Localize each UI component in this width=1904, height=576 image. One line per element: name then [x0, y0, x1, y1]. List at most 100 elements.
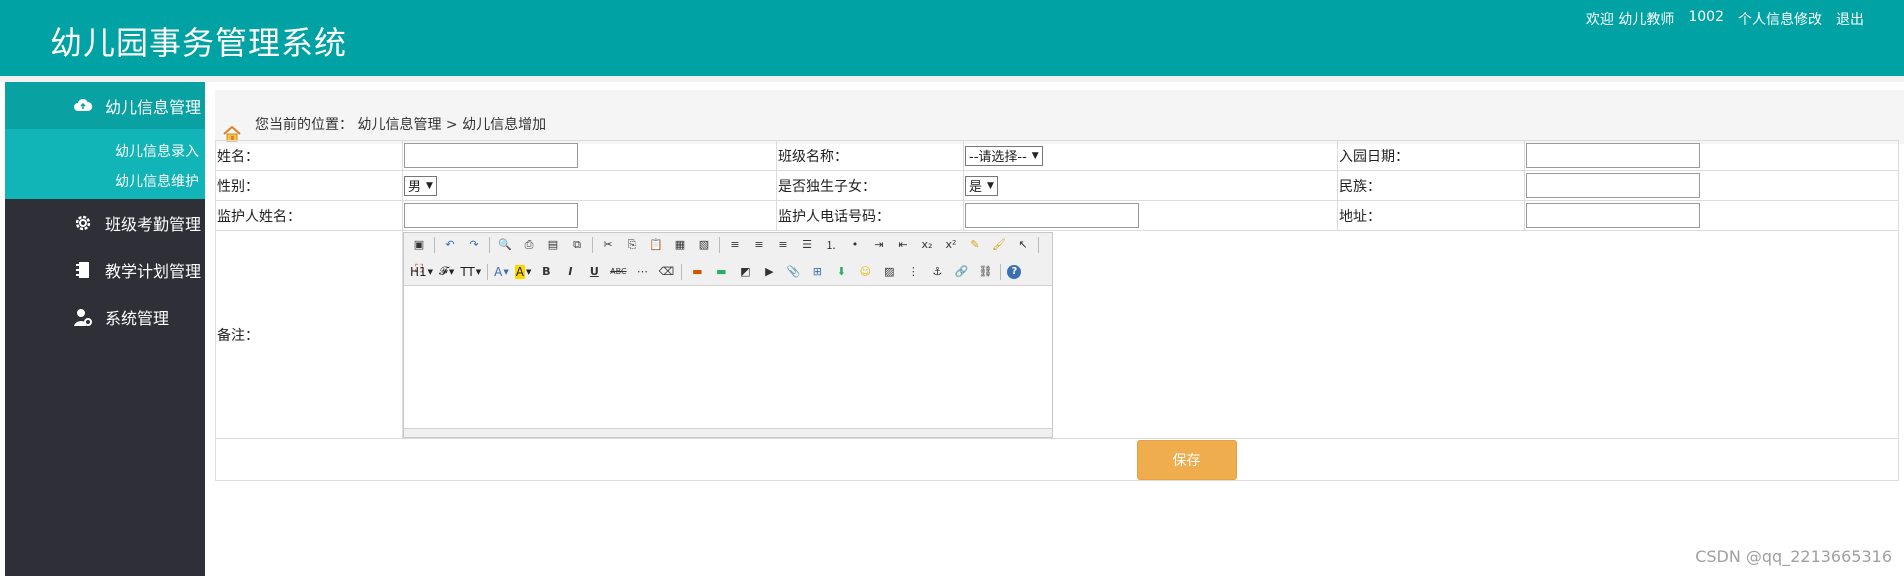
font-family-menu[interactable]: 𝓕 ▼	[439, 263, 454, 281]
pagebreak-icon[interactable]: ⋮	[904, 263, 922, 281]
table-icon[interactable]: ⊞	[808, 263, 826, 281]
font-size-menu-label: TT	[460, 264, 475, 279]
guardian-phone-input[interactable]	[965, 203, 1139, 228]
submenu-child-info: 幼儿信息录入 幼儿信息维护	[5, 129, 205, 199]
breadcrumb: 您当前的位置： 幼儿信息管理 > 幼儿信息增加	[255, 117, 547, 133]
highlight-label: A	[514, 264, 525, 279]
italic-button[interactable]: I	[561, 263, 579, 281]
sidebar-item-label: 系统管理	[105, 309, 170, 328]
gender-select-value: 男	[408, 180, 422, 195]
chevron-down-icon: ▼	[475, 267, 482, 276]
select-all-icon[interactable]: ↖	[1014, 236, 1032, 254]
insert-row-icon[interactable]: ⬇	[832, 263, 850, 281]
dropdown-arrow-icon: ▼	[987, 180, 994, 191]
gender-label: 性别：	[215, 170, 403, 201]
print-icon[interactable]: ⎙	[520, 236, 538, 254]
sub-item-child-maintain[interactable]: 幼儿信息维护	[5, 167, 205, 197]
source-icon[interactable]: ▣	[410, 236, 428, 254]
align-left-icon[interactable]: ≡	[726, 236, 744, 254]
code-icon[interactable]: ⧉	[568, 236, 586, 254]
only-child-select-value: 是	[969, 180, 983, 195]
font-family-menu-label: 𝓕	[439, 264, 448, 278]
align-right-icon[interactable]: ≡	[774, 236, 792, 254]
flash-icon[interactable]: ◩	[736, 263, 754, 281]
indent-icon[interactable]: ⇥	[870, 236, 888, 254]
guardian-phone-label: 监护人电话号码：	[776, 200, 964, 231]
address-input[interactable]	[1526, 203, 1700, 228]
ethnicity-input[interactable]	[1526, 173, 1700, 198]
toolbar-separator	[487, 263, 489, 280]
cut-icon[interactable]: ✂	[599, 236, 617, 254]
subscript-icon[interactable]: x₂	[918, 236, 936, 254]
font-color-menu[interactable]: A ▼	[494, 263, 509, 281]
unordered-list-icon[interactable]: •	[846, 236, 864, 254]
copy-icon[interactable]: ⎘	[623, 236, 641, 254]
class-select[interactable]: --请选择-- ▼	[965, 145, 1043, 166]
anchor-icon[interactable]: ⚓	[928, 263, 946, 281]
notebook-icon	[76, 262, 89, 278]
clear-format-icon[interactable]: ✎	[966, 236, 984, 254]
preview-icon[interactable]: 🔍	[496, 236, 514, 254]
underline-button[interactable]: U	[585, 263, 603, 281]
sidebar: 幼儿信息管理 幼儿信息录入 幼儿信息维护 班级考勤管理 教学计划管理 系统管理	[5, 82, 205, 576]
sidebar-item-child-info[interactable]: 幼儿信息管理	[5, 82, 205, 129]
template-icon[interactable]: ▤	[544, 236, 562, 254]
media-icon[interactable]: ▶	[760, 263, 778, 281]
superscript-icon[interactable]: x²	[942, 236, 960, 254]
strikethrough-button[interactable]: ABC	[609, 263, 627, 281]
sub-item-child-entry[interactable]: 幼儿信息录入	[5, 137, 205, 167]
image-icon[interactable]: ▬	[688, 263, 706, 281]
user-bar: 欢迎 幼儿教师 1002 个人信息修改 退出	[1586, 9, 1864, 29]
child-info-form: 姓名： 班级名称： --请选择-- ▼ 入园日期： 性别： 男 ▼ 是否独生子女： …	[215, 140, 1899, 481]
heading-menu[interactable]: H1 ▼	[410, 263, 433, 281]
sidebar-item-attendance[interactable]: 班级考勤管理	[5, 199, 205, 246]
toolbar-separator	[1000, 263, 1002, 280]
help-icon[interactable]: ?	[1007, 264, 1022, 279]
align-justify-icon[interactable]: ☰	[798, 236, 816, 254]
outdent-icon[interactable]: ⇤	[894, 236, 912, 254]
link-icon[interactable]: 🔗	[952, 263, 970, 281]
bold-button[interactable]: B	[537, 263, 555, 281]
editor-resize-handle[interactable]	[404, 427, 1052, 437]
ordered-list-icon[interactable]: ⒈	[822, 236, 840, 254]
logout-link[interactable]: 退出	[1836, 9, 1864, 29]
paste-text-icon[interactable]: ▦	[671, 236, 689, 254]
undo-icon[interactable]: ↶	[441, 236, 459, 254]
eraser-icon[interactable]: ⌫	[657, 263, 675, 281]
paste-word-icon[interactable]: ▧	[695, 236, 713, 254]
sidebar-item-system[interactable]: 系统管理	[5, 293, 205, 340]
watermark: CSDN @qq_2213665316	[1695, 547, 1892, 566]
sidebar-item-teaching-plan[interactable]: 教学计划管理	[5, 246, 205, 293]
profile-edit-link[interactable]: 个人信息修改	[1738, 9, 1822, 29]
toolbar-separator	[489, 236, 490, 253]
gear-icon	[75, 215, 91, 231]
name-label: 姓名：	[215, 140, 403, 171]
font-size-menu[interactable]: TT ▼	[460, 263, 481, 281]
enroll-date-input[interactable]	[1526, 143, 1700, 168]
attachment-icon[interactable]: 📎	[784, 263, 802, 281]
redo-icon[interactable]: ↷	[465, 236, 483, 254]
class-select-value: --请选择--	[969, 150, 1027, 165]
toolbar-separator	[1038, 236, 1039, 253]
format-painter-icon[interactable]: 🖌	[990, 236, 1008, 254]
align-center-icon[interactable]: ≡	[750, 236, 768, 254]
highlight-menu[interactable]: A ▼	[514, 263, 531, 281]
only-child-select[interactable]: 是 ▼	[965, 175, 998, 196]
toolbar-separator	[681, 263, 683, 280]
name-input[interactable]	[404, 143, 578, 168]
guardian-name-label: 监护人姓名：	[215, 200, 403, 231]
sidebar-item-label: 班级考勤管理	[105, 215, 202, 234]
multi-image-icon[interactable]: ▬	[712, 263, 730, 281]
user-id: 1002	[1688, 9, 1724, 25]
editor-toolbar: ▣ ↶ ↷ 🔍 ⎙ ▤ ⧉ ✂ ⎘ 📋 ▦ ▧ ≡ ≡ ≡ ☰ ⒈ • ⇥ ⇤ …	[404, 232, 1052, 286]
guardian-name-input[interactable]	[404, 203, 578, 228]
editor-textarea[interactable]	[404, 329, 1052, 430]
horizontal-rule-icon[interactable]: ⋯	[633, 263, 651, 281]
emoticon-icon[interactable]: ☺	[856, 263, 874, 281]
save-button[interactable]: 保存	[1136, 439, 1237, 480]
unlink-icon[interactable]: ⛓	[976, 263, 994, 281]
paste-icon[interactable]: 📋	[647, 236, 665, 254]
map-icon[interactable]: ▨	[880, 263, 898, 281]
font-color-label: A	[494, 264, 503, 279]
gender-select[interactable]: 男 ▼	[404, 175, 437, 196]
